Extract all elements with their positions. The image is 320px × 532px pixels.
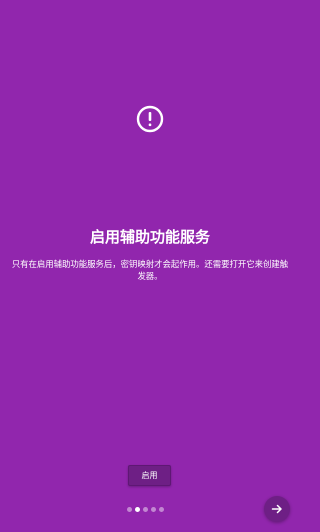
- page-dot-2: [135, 506, 140, 512]
- arrow-right-icon: [271, 504, 282, 514]
- page-dot-1: [127, 506, 132, 512]
- page-description: 只有在启用辅助功能服务后，密钥映射才会起作用。还需要打开它来创建触发器。: [11, 259, 289, 281]
- page-indicator: [127, 505, 164, 513]
- next-button[interactable]: [264, 496, 290, 522]
- page-title: 启用辅助功能服务: [89, 228, 210, 246]
- page-dot-4: [151, 506, 156, 512]
- onboarding-screen: 启用辅助功能服务 只有在启用辅助功能服务后，密钥映射才会起作用。还需要打开它来创…: [0, 0, 300, 532]
- page-dot-5: [159, 506, 164, 512]
- alert-circle-icon: [136, 105, 164, 133]
- enable-button[interactable]: 启用: [128, 465, 171, 486]
- page-dot-3: [143, 506, 148, 512]
